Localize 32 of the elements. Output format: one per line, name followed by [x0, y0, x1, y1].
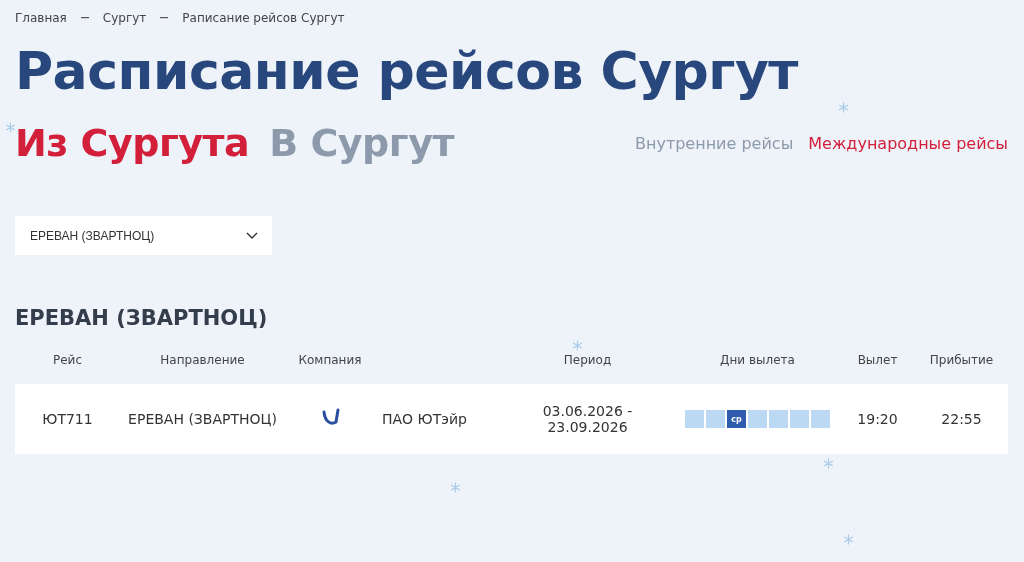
column-header: Дни вылета [719, 353, 796, 367]
snowflake-icon [572, 340, 583, 351]
weekday-cell: ср [727, 410, 746, 428]
destination-select[interactable]: ЕРЕВАН (ЗВАРТНОЦ) [15, 216, 272, 255]
breadcrumb-link[interactable]: Сургут [102, 11, 147, 25]
snowflake-icon [823, 458, 834, 469]
chevron-down-icon [246, 232, 258, 239]
snowflake-icon [5, 122, 16, 133]
breadcrumb-separator [160, 17, 169, 19]
snowflake-icon [450, 482, 461, 493]
table-cell-text: 03.06.2026 - 23.09.2026 [541, 403, 634, 435]
snowflake-icon [843, 534, 854, 545]
breadcrumb-link[interactable]: Раписание рейсов Сургут [182, 11, 345, 25]
column-header: Период [562, 353, 613, 367]
table-cell-text: 22:55 [940, 411, 983, 427]
page-title: Расписание рейсов Сургут [15, 40, 800, 103]
direction-tab[interactable]: Из Сургута [15, 121, 250, 165]
column-header: Рейс [52, 353, 83, 367]
breadcrumb-separator [80, 17, 89, 19]
column-header: Прибытие [928, 353, 995, 367]
column-header: Компания [297, 353, 363, 367]
table-cell-text: ПАО ЮТэйр [381, 411, 468, 427]
table-cell-text: ЕРЕВАН (ЗВАРТНОЦ) [127, 411, 278, 427]
section-title: ЕРЕВАН (ЗВАРТНОЦ) [15, 305, 269, 332]
airline-logo-icon [320, 407, 340, 428]
table-cell-text: 19:20 [856, 411, 899, 427]
flight-type-tab[interactable]: Международные рейсы [793, 133, 1008, 153]
table-cell-text: ЮТ711 [41, 411, 94, 427]
column-header: Вылет [856, 353, 899, 367]
column-header: Направление [159, 353, 246, 367]
snowflake-icon [838, 102, 849, 113]
breadcrumb-link[interactable]: Главная [15, 11, 67, 25]
